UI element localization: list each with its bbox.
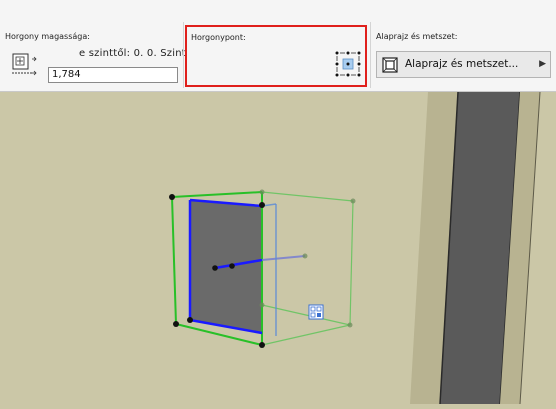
floor-plan-section-label: Alaprajz és metszet... [405, 58, 519, 70]
floor-plan-section-icon [382, 57, 398, 73]
anchor-height-title: Horgony magassága: [5, 32, 90, 41]
reference-level-label[interactable]: e szinttől: 0. 0. Szint [79, 48, 186, 59]
anchor-point-title: Horgonypont: [191, 33, 246, 42]
floor-plan-section-button[interactable]: Alaprajz és metszet... ▶ [376, 51, 551, 78]
3d-viewport[interactable] [0, 91, 556, 405]
chevron-right-icon: ▶ [539, 58, 546, 68]
edit-handle-icon[interactable] [308, 304, 324, 320]
divider [370, 22, 371, 88]
divider [183, 22, 184, 88]
anchor-height-icon[interactable] [10, 51, 38, 79]
anchor-point-grid-icon[interactable] [335, 51, 361, 77]
anchor-height-input[interactable]: 1,784 [48, 67, 178, 83]
info-box-toolbar: Horgony magassága: e szinttől: 0. 0. Szi… [0, 0, 556, 92]
anchor-point-panel: Horgonypont: [185, 25, 367, 87]
view-title: Alaprajz és metszet: [376, 32, 458, 41]
